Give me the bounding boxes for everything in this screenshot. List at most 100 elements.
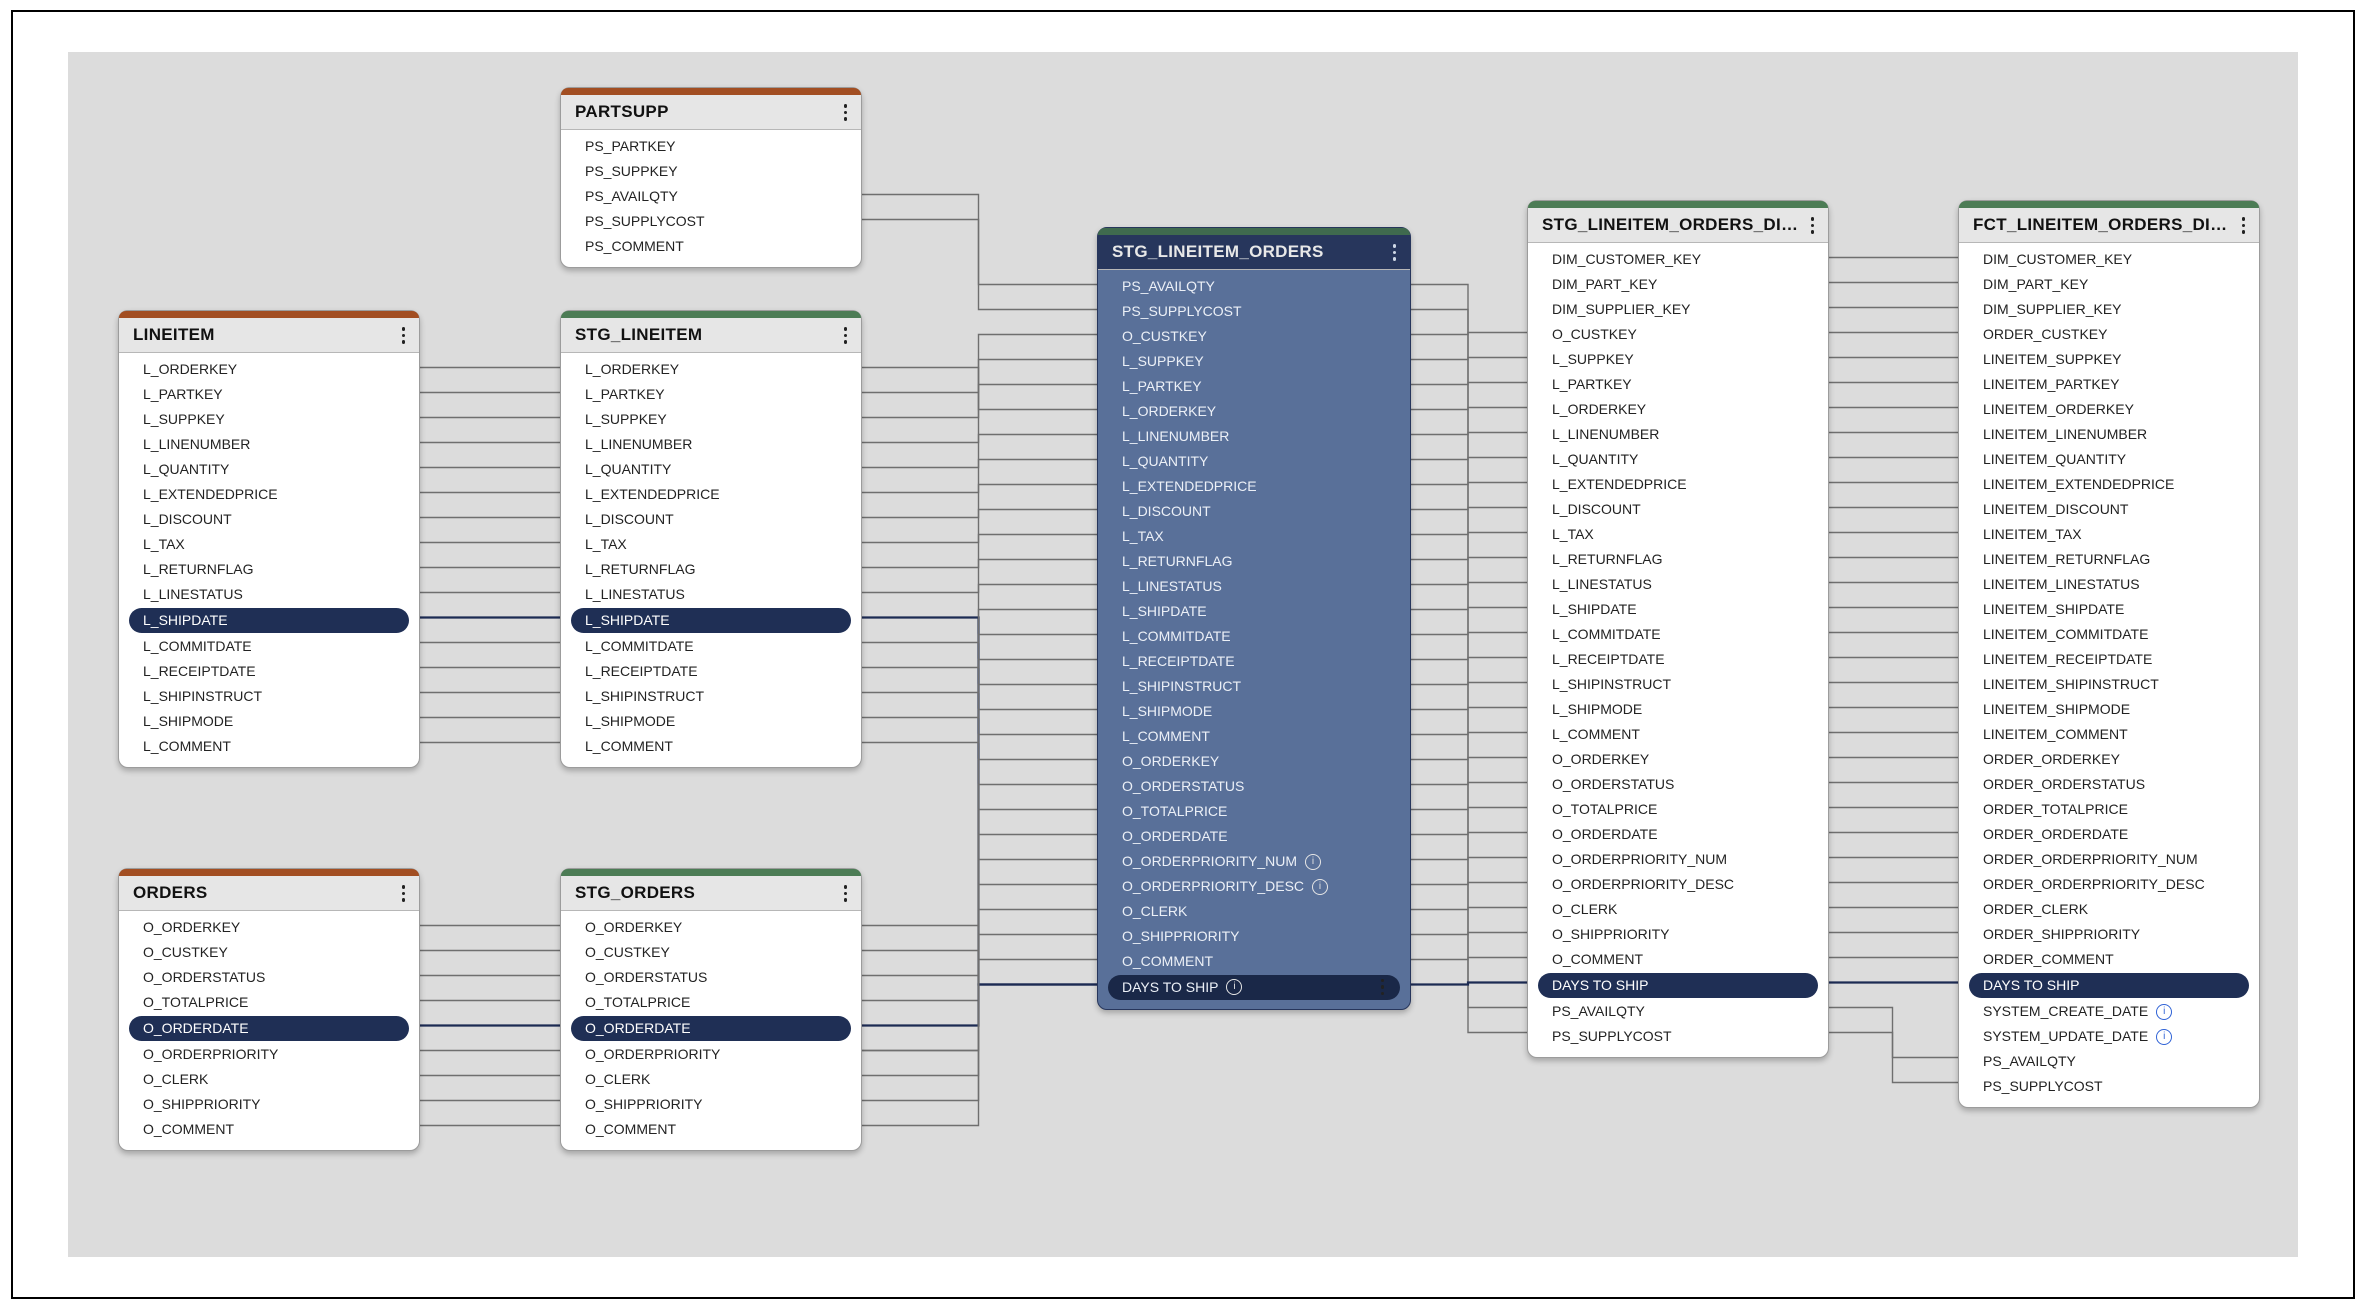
column-item[interactable]: L_QUANTITY bbox=[1098, 449, 1410, 474]
column-item[interactable]: O_CLERK bbox=[119, 1067, 419, 1092]
column-item[interactable]: LINEITEM_SHIPINSTRUCT bbox=[1959, 672, 2259, 697]
column-item[interactable]: DAYS TO SHIP bbox=[1969, 973, 2249, 998]
column-item[interactable]: ORDER_CUSTKEY bbox=[1959, 322, 2259, 347]
column-item[interactable]: L_SHIPINSTRUCT bbox=[119, 684, 419, 709]
column-item[interactable]: L_SHIPMODE bbox=[1098, 699, 1410, 724]
table-header[interactable]: FCT_LINEITEM_ORDERS_DI… bbox=[1959, 208, 2259, 243]
table-menu-icon[interactable] bbox=[842, 102, 850, 123]
column-item[interactable]: ORDER_ORDERKEY bbox=[1959, 747, 2259, 772]
column-item[interactable]: O_SHIPPRIORITY bbox=[119, 1092, 419, 1117]
column-item[interactable]: L_TAX bbox=[119, 532, 419, 557]
column-item[interactable]: O_ORDERKEY bbox=[1528, 747, 1828, 772]
column-item[interactable]: L_ORDERKEY bbox=[561, 357, 861, 382]
column-item[interactable]: L_DISCOUNT bbox=[119, 507, 419, 532]
column-item[interactable]: O_TOTALPRICE bbox=[561, 990, 861, 1015]
column-item[interactable]: LINEITEM_DISCOUNT bbox=[1959, 497, 2259, 522]
column-item[interactable]: L_TAX bbox=[561, 532, 861, 557]
column-item[interactable]: L_RETURNFLAG bbox=[1528, 547, 1828, 572]
column-item[interactable]: LINEITEM_LINESTATUS bbox=[1959, 572, 2259, 597]
column-item[interactable]: DIM_CUSTOMER_KEY bbox=[1959, 247, 2259, 272]
column-item[interactable]: O_CUSTKEY bbox=[1098, 324, 1410, 349]
table-header[interactable]: STG_ORDERS bbox=[561, 876, 861, 911]
column-item[interactable]: O_CLERK bbox=[1098, 899, 1410, 924]
info-icon[interactable]: i bbox=[2156, 1004, 2172, 1020]
column-item[interactable]: L_COMMITDATE bbox=[119, 634, 419, 659]
table-orders[interactable]: ORDERSO_ORDERKEYO_CUSTKEYO_ORDERSTATUSO_… bbox=[118, 868, 420, 1151]
info-icon[interactable]: i bbox=[1305, 854, 1321, 870]
column-item[interactable]: O_COMMENT bbox=[561, 1117, 861, 1142]
column-item[interactable]: ORDER_ORDERPRIORITY_DESC bbox=[1959, 872, 2259, 897]
column-item[interactable]: PS_AVAILQTY bbox=[561, 184, 861, 209]
column-item[interactable]: DIM_SUPPLIER_KEY bbox=[1528, 297, 1828, 322]
column-item[interactable]: LINEITEM_EXTENDEDPRICE bbox=[1959, 472, 2259, 497]
column-item[interactable]: ORDER_TOTALPRICE bbox=[1959, 797, 2259, 822]
table-header[interactable]: PARTSUPP bbox=[561, 95, 861, 130]
column-item[interactable]: L_LINENUMBER bbox=[561, 432, 861, 457]
column-item[interactable]: O_SHIPPRIORITY bbox=[561, 1092, 861, 1117]
column-item[interactable]: L_LINESTATUS bbox=[561, 582, 861, 607]
column-item[interactable]: O_SHIPPRIORITY bbox=[1528, 922, 1828, 947]
table-header[interactable]: STG_LINEITEM_ORDERS bbox=[1098, 235, 1410, 270]
column-item[interactable]: LINEITEM_SUPPKEY bbox=[1959, 347, 2259, 372]
column-item[interactable]: DAYS TO SHIP bbox=[1538, 973, 1818, 998]
diagram-canvas[interactable]: PARTSUPPPS_PARTKEYPS_SUPPKEYPS_AVAILQTYP… bbox=[68, 52, 2298, 1257]
column-item[interactable]: L_SUPPKEY bbox=[1098, 349, 1410, 374]
column-item[interactable]: O_ORDERDATE bbox=[571, 1016, 851, 1041]
column-item[interactable]: PS_AVAILQTY bbox=[1098, 274, 1410, 299]
column-item[interactable]: O_TOTALPRICE bbox=[1528, 797, 1828, 822]
column-item[interactable]: ORDER_ORDERPRIORITY_NUM bbox=[1959, 847, 2259, 872]
column-item[interactable]: L_PARTKEY bbox=[561, 382, 861, 407]
column-item[interactable]: L_ORDERKEY bbox=[1528, 397, 1828, 422]
column-item[interactable]: L_DISCOUNT bbox=[1528, 497, 1828, 522]
column-item[interactable]: PS_PARTKEY bbox=[561, 134, 861, 159]
column-item[interactable]: O_ORDERPRIORITY_DESCi bbox=[1098, 874, 1410, 899]
table-menu-icon[interactable] bbox=[2240, 215, 2248, 236]
column-item[interactable]: O_CUSTKEY bbox=[1528, 322, 1828, 347]
column-item[interactable]: L_RECEIPTDATE bbox=[1098, 649, 1410, 674]
table-stg_lineitem[interactable]: STG_LINEITEML_ORDERKEYL_PARTKEYL_SUPPKEY… bbox=[560, 310, 862, 768]
column-item[interactable]: O_ORDERKEY bbox=[119, 915, 419, 940]
column-item[interactable]: L_SHIPDATE bbox=[571, 608, 851, 633]
info-icon[interactable]: i bbox=[2156, 1029, 2172, 1045]
column-item[interactable]: L_LINESTATUS bbox=[1098, 574, 1410, 599]
column-item[interactable]: SYSTEM_UPDATE_DATEi bbox=[1959, 1024, 2259, 1049]
column-item[interactable]: L_SHIPMODE bbox=[561, 709, 861, 734]
column-item[interactable]: O_ORDERPRIORITY bbox=[119, 1042, 419, 1067]
column-item[interactable]: L_ORDERKEY bbox=[1098, 399, 1410, 424]
column-item[interactable]: O_ORDERDATE bbox=[129, 1016, 409, 1041]
column-item[interactable]: O_CUSTKEY bbox=[119, 940, 419, 965]
column-item[interactable]: O_ORDERDATE bbox=[1098, 824, 1410, 849]
table-menu-icon[interactable] bbox=[842, 325, 850, 346]
column-item[interactable]: L_SHIPINSTRUCT bbox=[561, 684, 861, 709]
column-item[interactable]: L_RETURNFLAG bbox=[561, 557, 861, 582]
column-item[interactable]: ORDER_ORDERDATE bbox=[1959, 822, 2259, 847]
column-item[interactable]: O_ORDERSTATUS bbox=[561, 965, 861, 990]
info-icon[interactable]: i bbox=[1312, 879, 1328, 895]
column-item[interactable]: PS_AVAILQTY bbox=[1528, 999, 1828, 1024]
column-item[interactable]: DIM_CUSTOMER_KEY bbox=[1528, 247, 1828, 272]
column-item[interactable]: O_ORDERDATE bbox=[1528, 822, 1828, 847]
column-item[interactable]: L_SHIPDATE bbox=[129, 608, 409, 633]
column-item[interactable]: L_COMMENT bbox=[1098, 724, 1410, 749]
column-item[interactable]: L_DISCOUNT bbox=[561, 507, 861, 532]
column-item[interactable]: L_COMMITDATE bbox=[561, 634, 861, 659]
column-item[interactable]: L_SHIPINSTRUCT bbox=[1528, 672, 1828, 697]
column-item[interactable]: PS_AVAILQTY bbox=[1959, 1049, 2259, 1074]
column-item[interactable]: O_TOTALPRICE bbox=[119, 990, 419, 1015]
column-menu-icon[interactable] bbox=[1379, 977, 1387, 998]
column-item[interactable]: O_ORDERSTATUS bbox=[119, 965, 419, 990]
column-item[interactable]: L_SHIPINSTRUCT bbox=[1098, 674, 1410, 699]
column-item[interactable]: L_EXTENDEDPRICE bbox=[561, 482, 861, 507]
column-item[interactable]: L_EXTENDEDPRICE bbox=[119, 482, 419, 507]
column-item[interactable]: LINEITEM_COMMENT bbox=[1959, 722, 2259, 747]
column-item[interactable]: L_SUPPKEY bbox=[561, 407, 861, 432]
column-item[interactable]: O_ORDERSTATUS bbox=[1528, 772, 1828, 797]
table-header[interactable]: STG_LINEITEM_ORDERS_DI… bbox=[1528, 208, 1828, 243]
column-item[interactable]: LINEITEM_PARTKEY bbox=[1959, 372, 2259, 397]
column-item[interactable]: DIM_SUPPLIER_KEY bbox=[1959, 297, 2259, 322]
column-item[interactable]: DAYS TO SHIPi bbox=[1108, 975, 1400, 1000]
column-item[interactable]: L_RECEIPTDATE bbox=[561, 659, 861, 684]
column-item[interactable]: L_LINENUMBER bbox=[119, 432, 419, 457]
column-item[interactable]: LINEITEM_RETURNFLAG bbox=[1959, 547, 2259, 572]
column-item[interactable]: L_QUANTITY bbox=[561, 457, 861, 482]
